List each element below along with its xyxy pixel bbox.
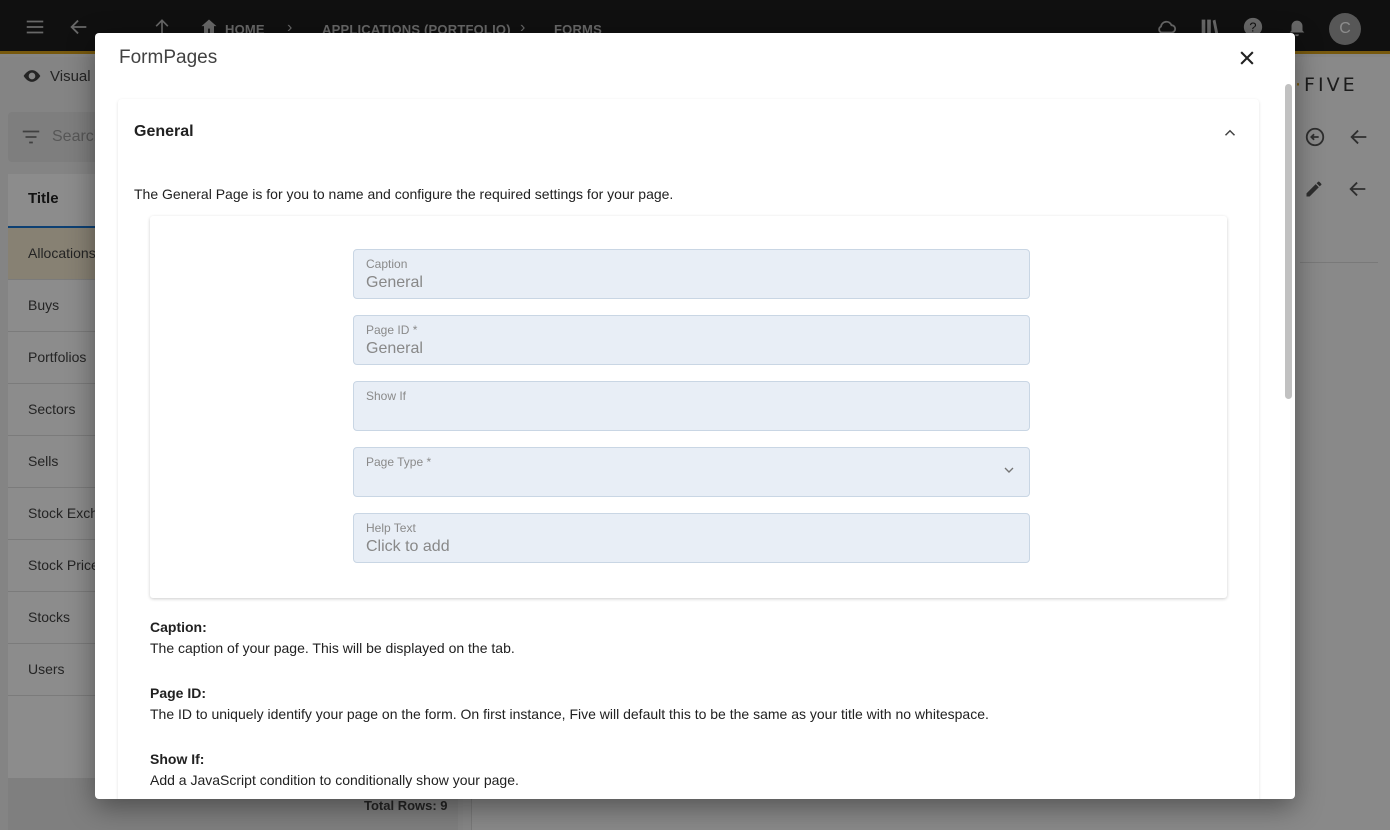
page-id-label: Page ID * bbox=[366, 323, 418, 337]
help-text-field[interactable]: Help Text Click to add bbox=[353, 513, 1030, 563]
caption-label: Caption bbox=[366, 257, 408, 271]
caption-field[interactable]: Caption General bbox=[353, 249, 1030, 299]
help-text-value: Click to add bbox=[366, 538, 450, 555]
help-caption: Caption: The caption of your page. This … bbox=[150, 617, 515, 659]
help-caption-text: The caption of your page. This will be d… bbox=[150, 640, 515, 656]
general-section: General The General Page is for you to n… bbox=[118, 99, 1259, 799]
show-if-label: Show If bbox=[366, 389, 407, 403]
page-type-label: Page Type * bbox=[366, 455, 432, 469]
collapse-section-button[interactable] bbox=[1218, 121, 1242, 145]
section-title: General bbox=[134, 123, 194, 140]
page-type-select[interactable]: Page Type * bbox=[353, 447, 1030, 497]
close-icon bbox=[1240, 51, 1254, 65]
close-button[interactable] bbox=[1234, 45, 1260, 71]
show-if-field[interactable]: Show If bbox=[353, 381, 1030, 431]
help-caption-title: Caption: bbox=[150, 619, 207, 635]
formpages-dialog: FormPages General The General Page is fo… bbox=[95, 33, 1295, 799]
page-id-value: General bbox=[366, 340, 423, 357]
caption-value: General bbox=[366, 274, 423, 291]
chevron-up-icon bbox=[1224, 129, 1236, 136]
chevron-down-icon bbox=[1001, 462, 1017, 483]
section-intro: The General Page is for you to name and … bbox=[134, 186, 674, 202]
page-id-field[interactable]: Page ID * General bbox=[353, 315, 1030, 365]
help-show-if-text: Add a JavaScript condition to conditiona… bbox=[150, 772, 519, 788]
help-page-id: Page ID: The ID to uniquely identify you… bbox=[150, 683, 989, 725]
help-page-id-text: The ID to uniquely identify your page on… bbox=[150, 706, 989, 722]
general-form: Caption General Page ID * General Show I… bbox=[150, 216, 1227, 598]
dialog-scrollbar[interactable] bbox=[1283, 81, 1295, 799]
help-show-if: Show If: Add a JavaScript condition to c… bbox=[150, 749, 519, 791]
help-text-label: Help Text bbox=[366, 521, 416, 535]
dialog-title: FormPages bbox=[119, 47, 218, 68]
scrollbar-thumb[interactable] bbox=[1285, 84, 1292, 399]
help-show-if-title: Show If: bbox=[150, 751, 205, 767]
help-page-id-title: Page ID: bbox=[150, 685, 207, 701]
